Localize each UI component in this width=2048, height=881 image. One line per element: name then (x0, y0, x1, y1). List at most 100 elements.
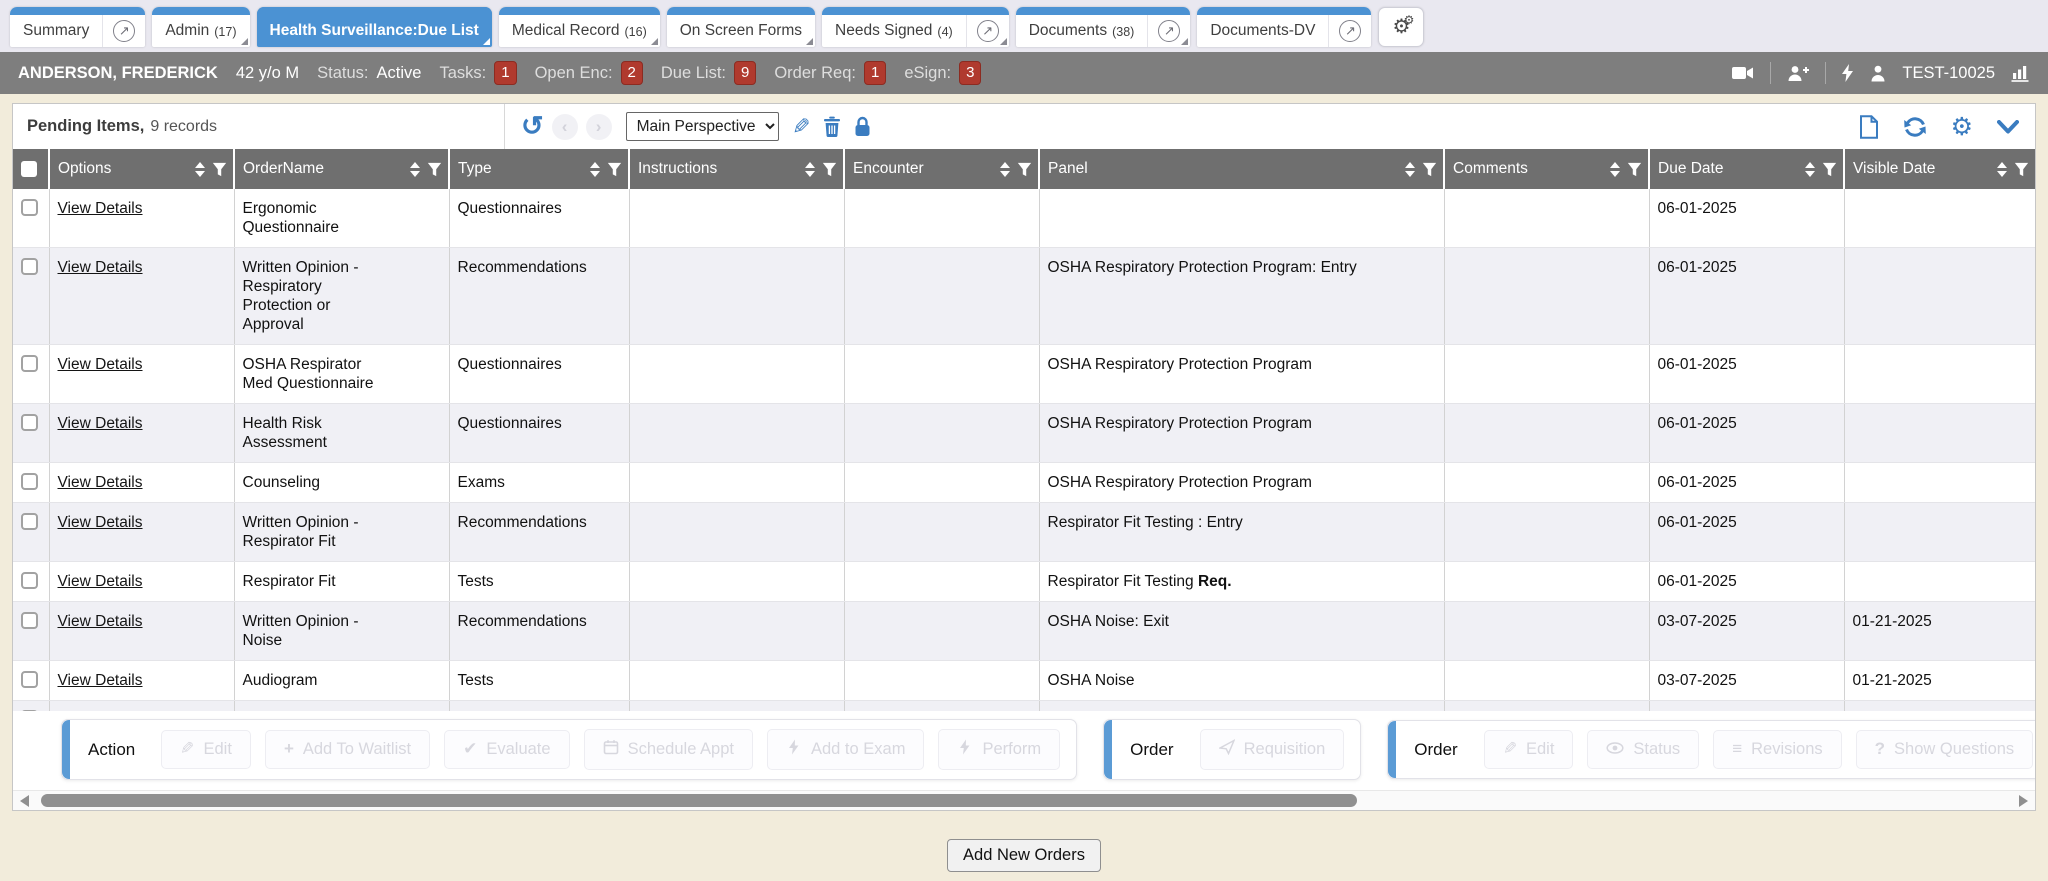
row-checkbox[interactable] (21, 414, 38, 431)
sort-icon[interactable] (1405, 162, 1415, 177)
filter-funnel-icon[interactable] (427, 162, 442, 177)
sort-icon[interactable] (1805, 162, 1815, 177)
add-to-waitlist-button[interactable]: +Add To Waitlist (265, 730, 430, 769)
video-camera-icon[interactable] (1732, 65, 1754, 81)
edit-button[interactable]: ✎Edit (161, 730, 251, 769)
delete-perspective-trash-icon[interactable] (823, 116, 841, 137)
filter-funnel-icon[interactable] (1422, 162, 1437, 177)
row-checkbox[interactable] (21, 355, 38, 372)
undo-icon[interactable]: ↺ (521, 113, 544, 140)
col-header-select-all[interactable] (13, 149, 49, 189)
sort-icon[interactable] (195, 162, 205, 177)
tab-admin[interactable]: Admin(17) (152, 7, 249, 47)
schedule-appt-button[interactable]: Schedule Appt (584, 729, 753, 770)
popout-arrow-icon[interactable]: ↗ (977, 20, 999, 42)
question-icon: ? (1875, 740, 1885, 759)
view-details-link[interactable]: View Details (58, 200, 143, 217)
view-details-link[interactable]: View Details (58, 415, 143, 432)
scroll-right-arrow-icon[interactable] (2019, 795, 2028, 807)
view-details-link[interactable]: View Details (58, 259, 143, 276)
add-new-orders-button[interactable]: Add New Orders (947, 839, 1101, 872)
sort-icon[interactable] (1610, 162, 1620, 177)
counter-badge[interactable]: 1 (494, 61, 516, 85)
horizontal-scrollbar[interactable] (13, 790, 2035, 810)
col-header-type[interactable]: Type (449, 149, 629, 189)
col-header-comments[interactable]: Comments (1444, 149, 1649, 189)
row-checkbox[interactable] (21, 612, 38, 629)
tab-on-screen-forms[interactable]: On Screen Forms (667, 7, 815, 47)
col-header-panel[interactable]: Panel (1039, 149, 1444, 189)
row-checkbox[interactable] (21, 572, 38, 589)
filter-funnel-icon[interactable] (1822, 162, 1837, 177)
col-header-encounter[interactable]: Encounter (844, 149, 1039, 189)
sort-icon[interactable] (805, 162, 815, 177)
popout-arrow-icon[interactable]: ↗ (1158, 20, 1180, 42)
popout-arrow-icon[interactable]: ↗ (113, 20, 135, 42)
view-details-link[interactable]: View Details (58, 356, 143, 373)
tab-documents-dv[interactable]: Documents-DV↗ (1197, 7, 1371, 47)
cell-comments (1444, 248, 1649, 345)
tab-settings-button[interactable]: ⚙ ⚙ (1378, 7, 1424, 47)
status-button[interactable]: Status (1587, 730, 1699, 769)
requisition-button[interactable]: Requisition (1200, 729, 1345, 770)
select-all-checkbox[interactable] (21, 161, 37, 177)
col-header-due_date[interactable]: Due Date (1649, 149, 1844, 189)
col-header-visible_date[interactable]: Visible Date (1844, 149, 2035, 189)
filter-funnel-icon[interactable] (212, 162, 227, 177)
cell-instructions (629, 602, 844, 661)
filter-funnel-icon[interactable] (607, 162, 622, 177)
new-document-icon[interactable] (1859, 115, 1879, 139)
chevron-left-icon[interactable]: ‹ (552, 114, 578, 140)
refresh-icon[interactable] (1903, 116, 1927, 138)
view-details-link[interactable]: View Details (58, 613, 143, 630)
col-header-order_name[interactable]: OrderName (234, 149, 449, 189)
cell-due_date: 06-01-2025 (1649, 503, 1844, 562)
counter-badge[interactable]: 3 (959, 61, 981, 85)
scrollbar-thumb[interactable] (41, 794, 1357, 807)
row-checkbox[interactable] (21, 199, 38, 216)
show-questions-button[interactable]: ?Show Questions (1856, 730, 2034, 769)
row-checkbox[interactable] (21, 513, 38, 530)
tab-needs-signed[interactable]: Needs Signed(4)↗ (822, 7, 1009, 47)
perspective-select[interactable]: Main Perspective (626, 112, 779, 141)
view-details-link[interactable]: View Details (58, 514, 143, 531)
tab-health-surveillance-due-list[interactable]: Health Surveillance:Due List (257, 7, 492, 47)
perform-button[interactable]: Perform (938, 729, 1060, 770)
sort-icon[interactable] (1000, 162, 1010, 177)
sort-icon[interactable] (1997, 162, 2007, 177)
filter-funnel-icon[interactable] (2014, 162, 2029, 177)
counter-badge[interactable]: 2 (621, 61, 643, 85)
add-to-exam-button[interactable]: Add to Exam (767, 729, 924, 770)
lock-perspective-icon[interactable] (854, 116, 871, 137)
chevron-down-icon[interactable] (1997, 120, 2019, 134)
edit-button[interactable]: ✎Edit (1484, 730, 1574, 769)
revisions-button[interactable]: ≡Revisions (1713, 730, 1841, 769)
col-header-options[interactable]: Options (49, 149, 234, 189)
gear-icon[interactable]: ⚙ (1951, 112, 1973, 142)
filter-funnel-icon[interactable] (822, 162, 837, 177)
col-header-instructions[interactable]: Instructions (629, 149, 844, 189)
row-checkbox[interactable] (21, 258, 38, 275)
bar-chart-icon[interactable] (2011, 64, 2030, 82)
add-user-icon[interactable] (1787, 65, 1809, 82)
counter-badge[interactable]: 9 (734, 61, 756, 85)
edit-perspective-pencil-icon[interactable]: ✎ (792, 116, 810, 138)
view-details-link[interactable]: View Details (58, 573, 143, 590)
lightning-icon[interactable] (1842, 64, 1854, 82)
tab-medical-record[interactable]: Medical Record(16) (499, 7, 660, 47)
tab-documents[interactable]: Documents(38)↗ (1016, 7, 1191, 47)
filter-funnel-icon[interactable] (1627, 162, 1642, 177)
view-details-link[interactable]: View Details (58, 672, 143, 689)
chevron-right-icon[interactable]: › (586, 114, 612, 140)
tab-summary[interactable]: Summary↗ (10, 7, 145, 47)
evaluate-button[interactable]: ✔Evaluate (444, 730, 569, 769)
row-checkbox[interactable] (21, 473, 38, 490)
popout-arrow-icon[interactable]: ↗ (1339, 20, 1361, 42)
sort-icon[interactable] (590, 162, 600, 177)
filter-funnel-icon[interactable] (1017, 162, 1032, 177)
row-checkbox[interactable] (21, 671, 38, 688)
counter-badge[interactable]: 1 (864, 61, 886, 85)
scroll-left-arrow-icon[interactable] (20, 795, 29, 807)
sort-icon[interactable] (410, 162, 420, 177)
view-details-link[interactable]: View Details (58, 474, 143, 491)
